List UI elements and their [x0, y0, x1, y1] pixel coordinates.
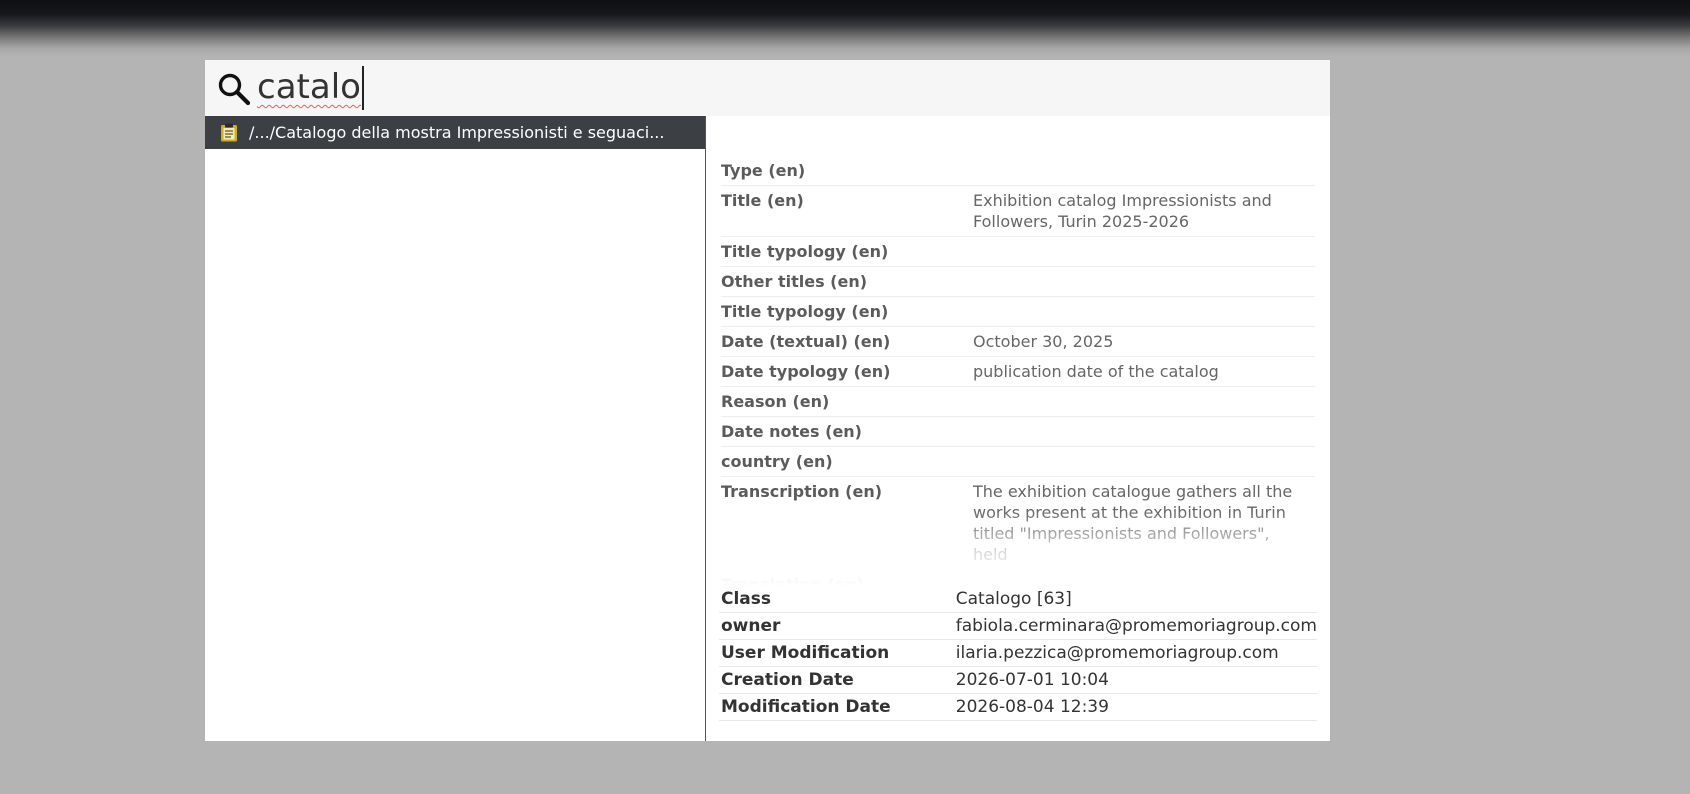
field-value [973, 446, 1315, 477]
field-value [973, 156, 1315, 186]
meta-label: Class [719, 586, 954, 613]
field-label: Title typology (en) [721, 236, 973, 267]
field-label: Type (en) [721, 156, 973, 186]
field-row-title-typology-en: Title typology (en) [721, 296, 1315, 327]
meta-row-user-modification: User Modification ilaria.pezzica@promemor… [719, 639, 1317, 667]
field-value: Exhibition catalog Impressionists and Fo… [973, 185, 1315, 237]
field-row-title-en: Title (en) Exhibition catalog Impressioni… [721, 185, 1315, 237]
field-label: Transcription (en) [721, 476, 973, 570]
meta-label: owner [719, 612, 954, 640]
field-label: Title (en) [721, 185, 973, 237]
field-value: October 30, 2025 [973, 326, 1315, 357]
field-row-date-typology-en: Date typology (en) publication date of th… [721, 356, 1315, 387]
field-row-transcription-en: Transcription (en) The exhibition catalog… [721, 476, 1315, 570]
field-label: Title typology (en) [721, 296, 973, 327]
field-value [973, 386, 1315, 417]
field-value [973, 236, 1315, 267]
field-row-title-typology-en: Title typology (en) [721, 236, 1315, 267]
text-caret [362, 66, 364, 110]
meta-value: ilaria.pezzica@promemoriagroup.com [953, 639, 1317, 667]
meta-label: Modification Date [719, 693, 954, 721]
field-label: Date notes (en) [721, 416, 973, 447]
document-icon [221, 123, 237, 142]
metadata-table: Class Catalogo [63] owner fabiola.cerminara… [719, 586, 1317, 721]
field-value [973, 266, 1315, 297]
results-list: /.../Catalogo della mostra Impressionist… [205, 116, 705, 741]
meta-value: 2026-07-01 10:04 [953, 666, 1317, 694]
field-label: Date (textual) (en) [721, 326, 973, 357]
field-label: Other titles (en) [721, 266, 973, 297]
search-dialog: catalo /.../Catalogo della mostra Impres… [205, 60, 1330, 741]
field-value: publication date of the catalog [973, 356, 1315, 387]
search-input[interactable]: catalo [257, 62, 361, 112]
result-path: /.../Catalogo della mostra Impressionist… [249, 123, 665, 142]
top-shadow-bar [0, 0, 1690, 56]
meta-value: 2026-08-04 12:39 [953, 693, 1317, 721]
field-row-reason-en: Reason (en) [721, 386, 1315, 417]
field-label: Date typology (en) [721, 356, 973, 387]
field-row-type-en: Type (en) [721, 156, 1315, 186]
field-row-country-en: country (en) [721, 446, 1315, 477]
meta-label: User Modification [719, 639, 954, 667]
field-row-other-titles-en: Other titles (en) [721, 266, 1315, 297]
field-label: country (en) [721, 446, 973, 477]
search-bar: catalo [205, 60, 1330, 116]
search-icon [218, 73, 251, 106]
field-label: Reason (en) [721, 386, 973, 417]
result-item[interactable]: /.../Catalogo della mostra Impressionist… [205, 116, 705, 149]
fields-table: Type (en) Title (en) Exhibition catalog Im… [721, 156, 1315, 586]
field-label: Translation (en) [721, 569, 973, 586]
meta-value: fabiola.cerminara@promemoriagroup.com [953, 612, 1317, 640]
field-value [973, 296, 1315, 327]
field-row-translation-en: Translation (en) [721, 569, 1315, 586]
field-row-date-textual-en: Date (textual) (en) October 30, 2025 [721, 326, 1315, 357]
field-value: The exhibition catalogue gathers all the… [973, 476, 1315, 570]
meta-row-class: Class Catalogo [63] [719, 586, 1317, 613]
field-value [973, 416, 1315, 447]
field-row-date-notes-en: Date notes (en) [721, 416, 1315, 447]
meta-label: Creation Date [719, 666, 954, 694]
meta-row-creation-date: Creation Date 2026-07-01 10:04 [719, 666, 1317, 694]
meta-row-owner: owner fabiola.cerminara@promemoriagroup.c… [719, 612, 1317, 640]
field-value [973, 569, 1315, 586]
meta-value: Catalogo [63] [953, 586, 1317, 613]
meta-row-modification-date: Modification Date 2026-08-04 12:39 [719, 693, 1317, 721]
fields-scroll-area[interactable]: Type (en) Title (en) Exhibition catalog Im… [706, 116, 1330, 586]
preview-panel: Type (en) Title (en) Exhibition catalog Im… [706, 116, 1330, 741]
